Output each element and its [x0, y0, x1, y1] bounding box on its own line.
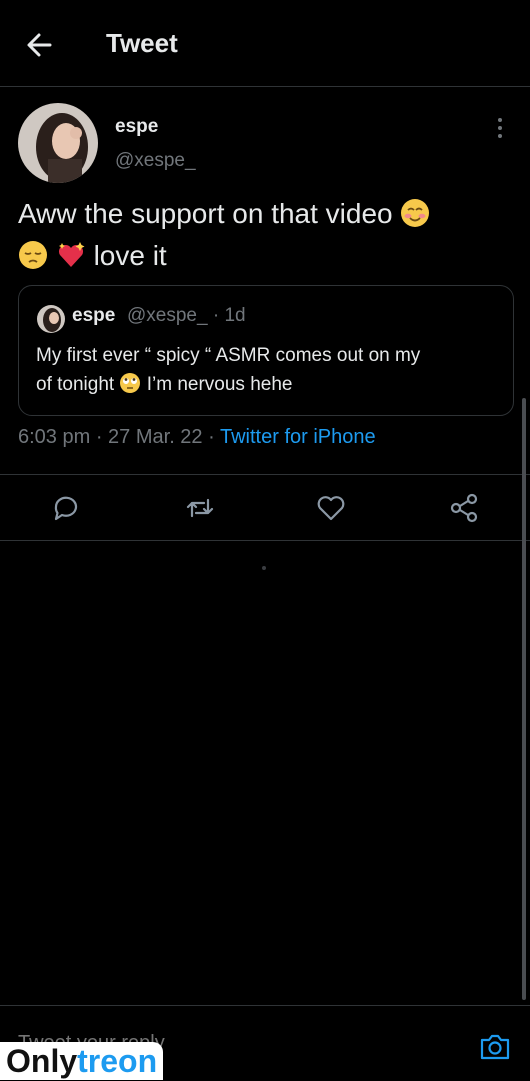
tweet-source-link[interactable]: Twitter for iPhone: [220, 426, 376, 448]
avatar[interactable]: [18, 103, 98, 183]
share-button[interactable]: [448, 492, 480, 524]
page-title: Tweet: [106, 28, 178, 58]
tweet-text-line1: Aww the support on that video: [18, 198, 393, 229]
quote-text-line2-pre: of tonight: [36, 374, 115, 395]
like-button[interactable]: [315, 492, 347, 524]
tweet-time: 6:03 pm: [18, 426, 91, 448]
retweet-icon: [186, 498, 214, 518]
camera-button[interactable]: [478, 1030, 512, 1064]
author-handle[interactable]: @xespe_: [115, 150, 196, 172]
share-icon: [450, 493, 478, 523]
like-icon: [317, 496, 345, 521]
quote-text: My first ever “ spicy “ ASMR comes out o…: [36, 341, 506, 399]
rolling-eyes-emoji-icon: [120, 373, 141, 393]
divider: [0, 474, 530, 475]
tweet-actions: [0, 484, 530, 532]
watermark-part1: Only: [6, 1043, 78, 1079]
author-name[interactable]: espe: [115, 116, 158, 138]
sparkling-heart-emoji-icon: [58, 242, 85, 267]
watermark-logo: Onlytreon: [0, 1042, 164, 1080]
quoted-tweet[interactable]: espe @xespe_ · 1d My first ever “ spicy …: [18, 285, 514, 416]
tweet-date: 27 Mar. 22: [108, 426, 203, 448]
retweet-button[interactable]: [184, 492, 216, 524]
relieved-face-emoji-icon: [19, 241, 47, 269]
loading-indicator: [262, 566, 266, 570]
more-vertical-icon: [498, 118, 502, 138]
divider: [0, 540, 530, 541]
top-bar: Tweet: [0, 0, 530, 87]
reply-icon: [54, 496, 78, 521]
quote-age: · 1d: [212, 305, 246, 326]
quote-avatar: [37, 305, 65, 333]
reply-button[interactable]: [50, 492, 82, 524]
meta-separator: ·: [202, 426, 220, 448]
tweet-text: Aww the support on that video love it: [18, 193, 518, 277]
back-button[interactable]: [22, 28, 62, 62]
scrollbar[interactable]: [522, 398, 526, 1000]
smiling-blush-emoji-icon: [401, 199, 430, 227]
back-arrow-icon: [27, 33, 52, 57]
tweet-text-line2: love it: [93, 240, 167, 271]
tweet-metadata: 6:03 pm · 27 Mar. 22 · Twitter for iPhon…: [18, 426, 376, 449]
quote-text-line1: My first ever “ spicy “ ASMR comes out o…: [36, 345, 421, 366]
quote-author-handle: @xespe_: [127, 305, 208, 326]
quote-text-line2-post: I’m nervous hehe: [146, 374, 293, 395]
meta-separator: ·: [90, 426, 109, 448]
more-options-button[interactable]: [490, 116, 510, 140]
camera-icon: [480, 1034, 510, 1060]
quote-handle-age: @xespe_ · 1d: [127, 305, 246, 327]
watermark-part2: treon: [77, 1043, 158, 1079]
quote-author-name: espe: [72, 305, 116, 326]
